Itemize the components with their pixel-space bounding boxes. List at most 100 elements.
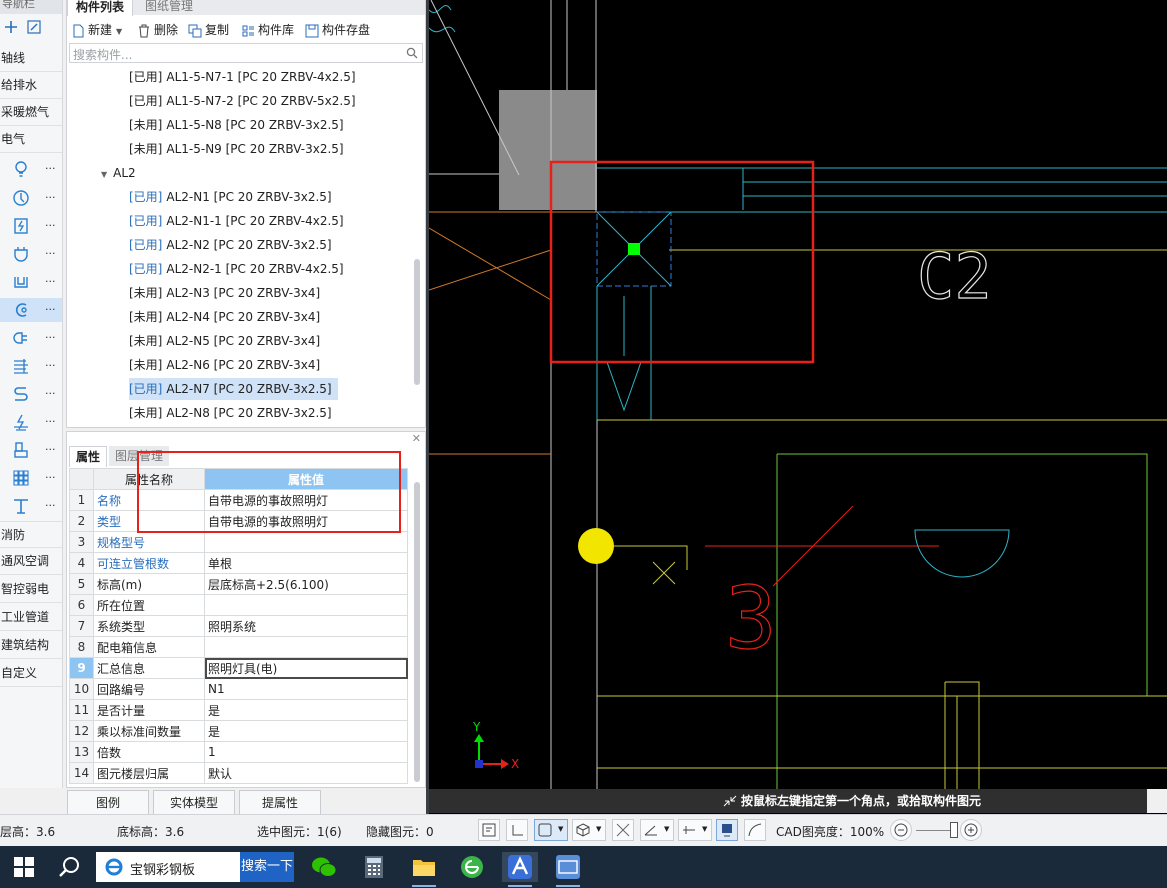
tree-scrollbar[interactable] <box>414 259 420 385</box>
tab-layer-manager[interactable]: 图层管理 <box>109 446 170 466</box>
property-value[interactable]: 层底标高+2.5(6.100) <box>204 573 408 595</box>
new-button[interactable]: 新建 ▼ <box>71 21 122 39</box>
tree-item[interactable]: [未用] AL2-N5 [PC 20 ZRBV-3x4] <box>129 330 320 352</box>
chevron-down-icon[interactable]: ▼ <box>596 825 601 833</box>
display-button[interactable] <box>716 819 738 841</box>
component-library-button[interactable]: 构件库 <box>241 21 294 39</box>
tab-component-list[interactable]: 构件列表 <box>67 0 134 16</box>
property-row[interactable]: 1 名称 自带电源的事故照明灯 <box>69 489 408 511</box>
start-button[interactable] <box>6 852 42 882</box>
property-value[interactable]: 默认 <box>204 762 408 784</box>
legend-button[interactable]: 图例 <box>67 790 149 816</box>
property-row[interactable]: 13 倍数 1 <box>69 741 408 763</box>
cad-drawing[interactable] <box>429 0 1167 814</box>
angle-button[interactable]: ▼ <box>640 819 674 841</box>
taskbar-app-browser[interactable] <box>454 852 490 882</box>
delete-button[interactable]: 删除 <box>137 21 178 39</box>
nav-item-grid[interactable]: ... <box>0 466 62 490</box>
nav-category-structure[interactable]: 建筑结构 <box>0 632 62 659</box>
chevron-down-icon[interactable]: ▼ <box>702 825 707 833</box>
property-value[interactable]: 自带电源的事故照明灯 <box>204 510 408 532</box>
chevron-down-icon[interactable]: ▼ <box>558 825 563 833</box>
tree-item[interactable]: [已用] AL2-N2-1 [PC 20 ZRBV-4x2.5] <box>129 258 344 280</box>
nav-item-lamp[interactable]: ... <box>0 157 62 181</box>
tree-item[interactable]: [未用] AL2-N6 [PC 20 ZRBV-3x4] <box>129 354 320 376</box>
arc-button[interactable] <box>744 819 766 841</box>
tree-item[interactable]: [未用] AL2-N4 [PC 20 ZRBV-3x4] <box>129 306 320 328</box>
property-row[interactable]: 11 是否计量是 <box>69 699 408 721</box>
property-value[interactable]: N1 <box>204 678 408 700</box>
taskbar-search-button[interactable] <box>52 852 88 882</box>
nav-category-weak-current[interactable]: 智控弱电 <box>0 576 62 603</box>
nav-category-industrial-pipe[interactable]: 工业管道 <box>0 604 62 631</box>
property-row[interactable]: 2 类型 自带电源的事故照明灯 <box>69 510 408 532</box>
tab-drawing-manager[interactable]: 图纸管理 <box>137 0 201 15</box>
nav-category-axis[interactable]: 轴线 <box>0 45 62 72</box>
taskbar-app-cad[interactable] <box>550 852 586 887</box>
brightness-slider-handle[interactable] <box>950 822 958 838</box>
property-row[interactable]: 14 图元楼层归属 默认 <box>69 762 408 784</box>
nav-item-trough[interactable]: ... <box>0 270 62 294</box>
property-value[interactable]: 是 <box>204 699 408 721</box>
nav-item-ladder[interactable]: ... <box>0 354 62 378</box>
property-row[interactable]: 10 回路编号 N1 <box>69 678 408 700</box>
tree-item[interactable]: [已用] AL2-N1-1 [PC 20 ZRBV-4x2.5] <box>129 210 344 232</box>
chevron-down-icon[interactable]: ▼ <box>116 27 122 36</box>
taskbar-app-calculator[interactable] <box>356 852 392 882</box>
property-row[interactable]: 6 所在位置 <box>69 594 408 616</box>
nav-item-panel[interactable]: ... <box>0 214 62 238</box>
component-search-input[interactable]: 搜索构件... <box>69 43 423 63</box>
tree-item[interactable]: [未用] AL2-N3 [PC 20 ZRBV-3x4] <box>129 282 320 304</box>
property-value[interactable] <box>204 531 408 553</box>
cad-canvas[interactable]: C2 3 Y X 按鼠标左键指定第一个角点，或拾取构件图元 <box>429 0 1167 814</box>
nav-category-fire[interactable]: 消防 <box>0 521 62 548</box>
expand-caret-icon[interactable]: ▼ <box>101 170 107 179</box>
tree-item[interactable]: [已用] AL1-5-N7-2 [PC 20 ZRBV-5x2.5] <box>129 90 356 112</box>
pick-property-button[interactable]: 提属性 <box>239 790 321 816</box>
property-row[interactable]: 12 乘以标准间数量是 <box>69 720 408 742</box>
property-row[interactable]: 9 汇总信息 照明灯具(电) <box>69 657 408 679</box>
property-row[interactable]: 8 配电箱信息 <box>69 636 408 658</box>
search-icon[interactable] <box>406 47 418 59</box>
add-sparkle-icon[interactable] <box>4 20 18 34</box>
chevron-down-icon[interactable]: ▼ <box>664 825 669 833</box>
taskbar-app-wechat[interactable] <box>306 852 342 882</box>
tree-group-al2[interactable]: ▼ AL2 <box>101 162 136 184</box>
nav-category-plumbing[interactable]: 给排水 <box>0 72 62 99</box>
nav-item-wire[interactable]: ... <box>0 298 62 322</box>
property-value[interactable]: 自带电源的事故照明灯 <box>204 489 408 511</box>
nav-item-cable[interactable]: ... <box>0 382 62 406</box>
property-value[interactable]: 1 <box>204 741 408 763</box>
nav-item-ground[interactable]: ... <box>0 410 62 434</box>
tree-item[interactable]: [已用] AL2-N7 [PC 20 ZRBV-3x2.5] <box>129 378 338 400</box>
nav-category-heating[interactable]: 采暖燃气 <box>0 99 62 126</box>
nav-item-switch[interactable]: ... <box>0 186 62 210</box>
tree-item[interactable]: [已用] AL1-5-N7-1 [PC 20 ZRBV-4x2.5] <box>129 66 356 88</box>
zoom-in-button[interactable] <box>960 819 982 841</box>
nav-category-custom[interactable]: 自定义 <box>0 660 62 687</box>
tree-item[interactable]: [未用] AL2-N8 [PC 20 ZRBV-3x2.5] <box>129 402 332 424</box>
property-row[interactable]: 5 标高(m) 层底标高+2.5(6.100) <box>69 573 408 595</box>
zoom-out-button[interactable] <box>890 819 912 841</box>
property-value[interactable]: 照明系统 <box>204 615 408 637</box>
select-mode-button[interactable]: ▼ <box>534 819 568 841</box>
property-value[interactable]: 照明灯具(电) <box>204 657 408 679</box>
property-row[interactable]: 7 系统类型 照明系统 <box>69 615 408 637</box>
taskbar-app-explorer[interactable] <box>406 852 442 887</box>
edit-icon[interactable] <box>26 19 42 35</box>
close-icon[interactable]: ✕ <box>412 432 421 445</box>
nav-item-device[interactable]: ... <box>0 438 62 462</box>
solid-model-button[interactable]: 实体模型 <box>153 790 235 816</box>
tree-item[interactable]: [未用] AL1-5-N9 [PC 20 ZRBV-3x2.5] <box>129 138 344 160</box>
nav-item-plug[interactable]: ... <box>0 326 62 350</box>
property-row[interactable]: 3 规格型号 <box>69 531 408 553</box>
browser-search-button[interactable]: 搜索一下 <box>240 852 294 882</box>
view-scan-button[interactable] <box>478 819 500 841</box>
taskbar-app-glodon[interactable] <box>502 852 538 887</box>
tree-item[interactable]: [未用] AL1-5-N8 [PC 20 ZRBV-3x2.5] <box>129 114 344 136</box>
cross-button[interactable] <box>612 819 634 841</box>
property-value[interactable] <box>204 636 408 658</box>
nav-category-electric[interactable]: 电气 <box>0 126 62 153</box>
nav-item-pole[interactable]: ... <box>0 494 62 518</box>
offset-button[interactable]: ▼ <box>678 819 712 841</box>
